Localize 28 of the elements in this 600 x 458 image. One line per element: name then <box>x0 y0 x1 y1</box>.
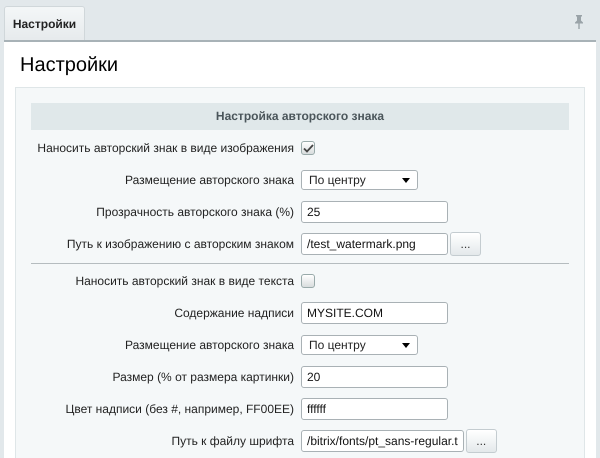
input-field[interactable]: MYSITE.COM <box>301 302 448 324</box>
field-label: Содержание надписи <box>173 306 295 320</box>
field-label: Наносить авторский знак в виде изображения <box>36 141 295 155</box>
field-label: Наносить авторский знак в виде текста <box>74 274 295 288</box>
field-label: Путь к файлу шрифта <box>170 434 295 448</box>
caret-icon <box>402 178 410 182</box>
field-label: Цвет надписи (без #, например, FF00EE) <box>64 402 295 416</box>
dropdown[interactable]: По центру <box>301 170 418 190</box>
page-title: Настройки <box>19 53 120 78</box>
input-field[interactable]: /bitrix/fonts/pt_sans-regular.t <box>301 430 464 452</box>
dropdown[interactable]: По центру <box>301 335 418 355</box>
browse-button[interactable]: ... <box>466 429 497 453</box>
pin-icon[interactable] <box>574 15 584 29</box>
field-label: Размещение авторского знака <box>124 338 295 352</box>
field-label: Путь к изображению с авторским знаком <box>66 237 295 251</box>
input-field[interactable]: 20 <box>301 366 448 388</box>
section-header: Настройка авторского знака <box>31 103 569 130</box>
field-label: Прозрачность авторского знака (%) <box>95 205 295 219</box>
field-label: Размер (% от размера картинки) <box>111 370 295 384</box>
field-label: Размещение авторского знака <box>124 173 295 187</box>
caret-icon <box>402 342 410 348</box>
input-field[interactable]: /test_watermark.png <box>301 233 448 255</box>
checkbox[interactable] <box>301 141 315 155</box>
browse-button[interactable]: ... <box>450 232 481 256</box>
checkbox[interactable] <box>301 274 315 288</box>
input-field[interactable]: 25 <box>301 201 448 223</box>
tab[interactable]: Настройки <box>4 6 85 40</box>
input-field[interactable]: ffffff <box>301 398 448 420</box>
